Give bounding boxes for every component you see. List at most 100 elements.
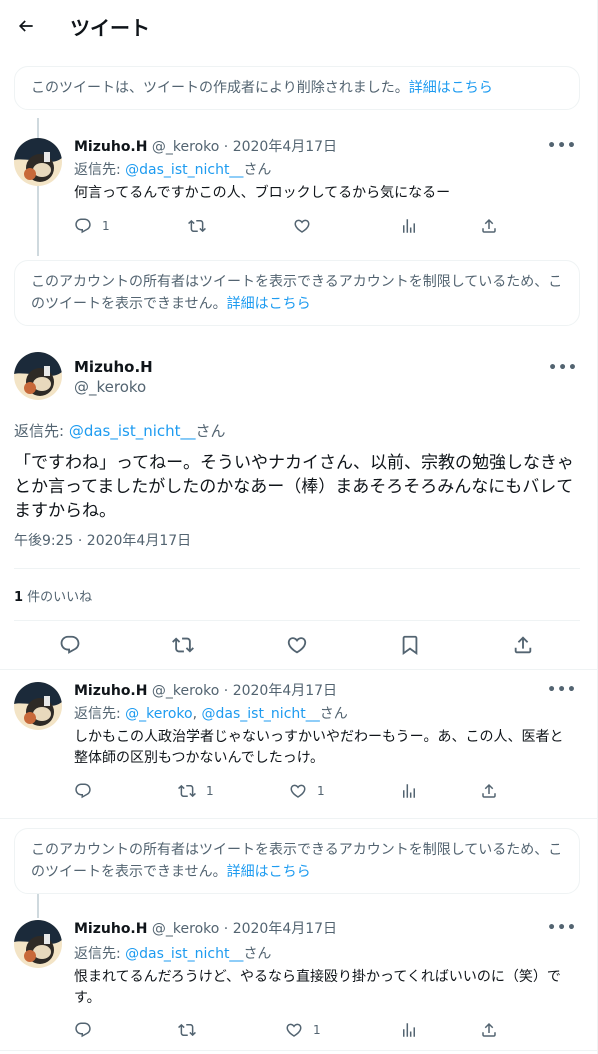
mention-link[interactable]: @das_ist_nicht__ (69, 422, 196, 440)
like-button[interactable] (293, 217, 311, 235)
tweet-date[interactable]: 2020年4月17日 (233, 921, 337, 937)
mention-link[interactable]: @_keroko (125, 706, 192, 722)
tweet-text: 恨まれてるんだろうけど、やるなら直接殴り掛かってくればいいのに（笑）です。 (74, 969, 561, 1006)
more-icon[interactable]: ••• (548, 360, 578, 376)
tweet-actions (0, 634, 597, 658)
tweet-text: 「ですわね」ってねー。そういやナカイさん、以前、宗教の勉強しなきゃとか言ってまし… (14, 453, 574, 521)
reply-tweet[interactable]: Mizuho.H @_keroko · 2020年4月17日 ••• 返信先: … (0, 682, 597, 806)
user-name[interactable]: Mizuho.H (74, 921, 147, 937)
mention-link[interactable]: @das_ist_nicht__ (202, 706, 320, 722)
user-handle[interactable]: @_keroko (152, 921, 219, 937)
divider (14, 620, 580, 621)
like-count: 1 (317, 784, 325, 798)
tweet-actions: 1 (74, 217, 544, 237)
analytics-icon (403, 784, 415, 798)
share-icon (514, 636, 532, 654)
bookmark-icon (402, 635, 418, 656)
protected-tweet-notice: このアカウントの所有者はツイートを表示できるアカウントを制限しているため、このツ… (14, 828, 580, 894)
thread-line (37, 894, 39, 918)
reply-button[interactable] (59, 634, 81, 656)
tweet-actions: 1 1 (74, 782, 544, 802)
divider (0, 669, 597, 670)
like-icon (287, 637, 307, 654)
reply-tweet[interactable]: Mizuho.H @_keroko · 2020年4月17日 ••• 返信先: … (0, 894, 597, 1044)
reply-tweet[interactable]: Mizuho.H @_keroko · 2020年4月17日 ••• 返信先: … (0, 118, 597, 256)
more-icon[interactable]: ••• (547, 920, 577, 936)
more-icon[interactable]: ••• (547, 138, 577, 154)
share-button[interactable] (480, 782, 498, 800)
tweet-header: Mizuho.H @_keroko · 2020年4月17日 (74, 683, 338, 699)
tweet-date[interactable]: 2020年4月17日 (233, 683, 337, 699)
retweet-button[interactable]: 1 (178, 782, 214, 800)
avatar[interactable] (14, 138, 62, 186)
likes-count: 1 (14, 590, 24, 605)
user-name[interactable]: Mizuho.H (74, 139, 147, 155)
replying-to: 返信先: @das_ist_nicht__さん (74, 946, 272, 962)
like-icon (290, 784, 306, 798)
like-count: 1 (313, 1023, 321, 1037)
retweet-icon (178, 1023, 196, 1037)
analytics-icon (403, 219, 415, 233)
retweet-button[interactable] (178, 1021, 196, 1039)
share-button[interactable] (480, 1021, 498, 1039)
tweet-text: しかもこの人政治学者じゃないっすかいやだわーもうー。あ、この人、医者と整体師の区… (74, 729, 564, 766)
bookmark-button[interactable] (399, 634, 421, 656)
user-name[interactable]: Mizuho.H (74, 358, 153, 376)
like-icon (294, 219, 310, 233)
mention-link[interactable]: @das_ist_nicht__ (125, 946, 243, 962)
likes-count-link[interactable]: 1 件のいいね (14, 586, 92, 605)
reply-count: 1 (102, 219, 110, 233)
reply-icon (75, 1022, 91, 1038)
user-handle[interactable]: @_keroko (152, 139, 219, 155)
tweet-header: Mizuho.H @_keroko · 2020年4月17日 (74, 139, 338, 155)
reply-icon (60, 635, 80, 654)
protected-tweet-notice: このアカウントの所有者はツイートを表示できるアカウントを制限しているため、このツ… (14, 260, 580, 326)
avatar[interactable] (14, 920, 62, 968)
page-title: ツイート (70, 15, 150, 40)
like-button[interactable] (286, 634, 308, 656)
divider (0, 818, 597, 819)
share-button[interactable] (480, 217, 498, 235)
mention-link[interactable]: @das_ist_nicht__ (125, 162, 243, 178)
page-header: ツイート (0, 0, 598, 52)
analytics-button[interactable] (400, 782, 418, 800)
tweet-text: 何言ってるんですかこの人、ブロックしてるから気になるー (74, 185, 451, 201)
back-arrow-icon[interactable] (16, 16, 36, 36)
tweet-timestamp[interactable]: 午後9:25 · 2020年4月17日 (14, 530, 191, 550)
more-icon[interactable]: ••• (547, 682, 577, 698)
like-button[interactable]: 1 (285, 1021, 321, 1039)
analytics-icon (403, 1023, 415, 1037)
learn-more-link[interactable]: 詳細はこちら (227, 296, 311, 312)
deleted-tweet-notice: このツイートは、ツイートの作成者により削除されました。詳細はこちら (14, 66, 580, 110)
learn-more-link[interactable]: 詳細はこちら (409, 80, 493, 96)
avatar[interactable] (14, 352, 62, 400)
share-icon (482, 218, 496, 233)
avatar[interactable] (14, 682, 62, 730)
retweet-button[interactable] (188, 217, 206, 235)
user-name[interactable]: Mizuho.H (74, 683, 147, 699)
share-icon (482, 783, 496, 798)
divider (0, 1050, 597, 1051)
like-icon (286, 1023, 302, 1037)
reply-button[interactable]: 1 (74, 217, 110, 235)
reply-button[interactable] (74, 782, 92, 800)
retweet-icon (178, 784, 196, 798)
replying-to: 返信先: @das_ist_nicht__さん (74, 162, 272, 178)
retweet-count: 1 (206, 784, 214, 798)
replying-to: 返信先: @_keroko, @das_ist_nicht__さん (74, 706, 348, 722)
user-handle[interactable]: @_keroko (74, 378, 146, 396)
reply-icon (75, 218, 91, 234)
reply-button[interactable] (74, 1021, 92, 1039)
divider (14, 568, 580, 569)
like-button[interactable]: 1 (289, 782, 325, 800)
analytics-button[interactable] (400, 217, 418, 235)
learn-more-link[interactable]: 詳細はこちら (227, 864, 311, 880)
retweet-button[interactable] (172, 634, 194, 656)
tweet-actions: 1 (74, 1021, 544, 1041)
tweet-date[interactable]: 2020年4月17日 (233, 139, 337, 155)
tweet-header: Mizuho.H @_keroko · 2020年4月17日 (74, 921, 338, 937)
analytics-button[interactable] (400, 1021, 418, 1039)
user-handle[interactable]: @_keroko (152, 683, 219, 699)
replying-to: 返信先: @das_ist_nicht__さん (14, 422, 226, 440)
share-button[interactable] (512, 634, 534, 656)
